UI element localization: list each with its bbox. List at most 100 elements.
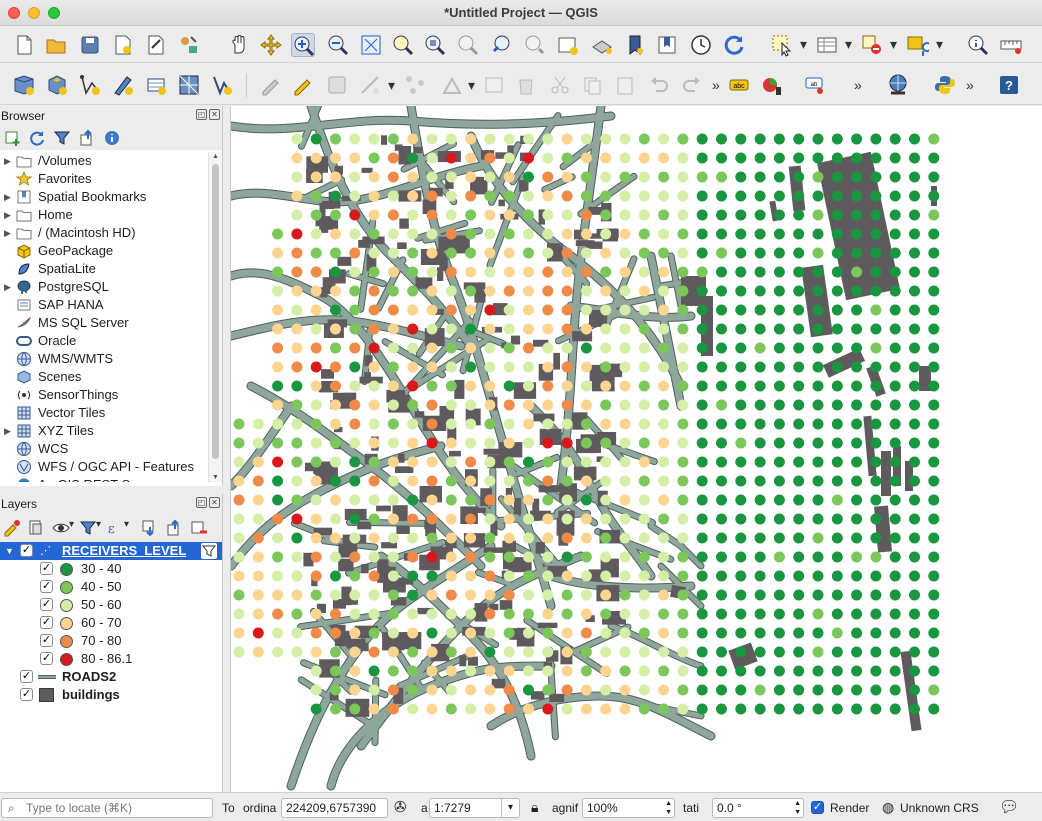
map-render[interactable] (231, 106, 1042, 792)
zoom-to-layer-icon[interactable] (423, 33, 447, 57)
browser-panel-close-button[interactable]: ✕ (209, 109, 220, 120)
add-feature-dropdown-arrow[interactable]: ▾ (388, 77, 395, 94)
browser-scrollbar[interactable]: ▲ ▼ (208, 152, 222, 482)
manage-map-themes-icon[interactable] (52, 519, 70, 537)
select-features-icon[interactable] (770, 33, 794, 57)
layer-visibility-checkbox[interactable]: ✓ (20, 544, 33, 557)
new-3d-view-icon[interactable] (590, 33, 614, 57)
filter-browser-icon[interactable] (53, 129, 71, 147)
layer-row-receivers-level[interactable]: ▼ ✓ ⋰ RECEIVERS_LEVEL (0, 542, 222, 560)
class-visibility-checkbox[interactable]: ✓ (40, 616, 53, 629)
browser-item[interactable]: ▶ PostgreSQL (0, 278, 208, 296)
map-tips-dropdown-arrow[interactable]: ▾ (936, 36, 943, 53)
layer-row-roads2[interactable]: ✓ ROADS2 (0, 668, 222, 686)
open-project-icon[interactable] (44, 33, 68, 57)
redo-icon[interactable] (680, 73, 704, 97)
expand-arrow-icon[interactable]: ▶ (4, 278, 11, 296)
new-shapefile-layer-icon[interactable] (78, 73, 102, 97)
new-map-view-icon[interactable] (556, 33, 580, 57)
rotation-spinbox[interactable]: 0.0 ° ▲ ▼ (712, 798, 804, 818)
legend-class-row[interactable]: ✓ 30 - 40 (0, 560, 222, 578)
browser-item[interactable]: ▶ /Volumes (0, 152, 208, 170)
pan-to-selection-icon[interactable] (259, 33, 283, 57)
new-virtual-layer-icon[interactable] (144, 73, 168, 97)
label-toolbar-icon[interactable]: abc (727, 73, 751, 97)
browser-item[interactable]: MS SQL Server (0, 314, 208, 332)
browser-item[interactable]: Favorites (0, 170, 208, 188)
layer-name[interactable]: ROADS2 (62, 668, 116, 686)
label-pin-icon[interactable]: ab (803, 73, 827, 97)
browser-item[interactable]: Oracle (0, 332, 208, 350)
browser-item[interactable]: ArcGIS REST Servers (0, 476, 208, 482)
layers-panel-close-button[interactable]: ✕ (209, 497, 220, 508)
digitize-shape-icon[interactable] (440, 73, 464, 97)
browser-item[interactable]: WCS (0, 440, 208, 458)
expand-arrow-icon[interactable]: ▶ (4, 206, 11, 224)
legend-class-row[interactable]: ✓ 60 - 70 (0, 614, 222, 632)
expand-arrow-icon[interactable]: ▶ (4, 188, 11, 206)
legend-class-row[interactable]: ✓ 70 - 80 (0, 632, 222, 650)
measure-icon[interactable] (999, 33, 1023, 57)
layers-panel-float-button[interactable]: ◰ (196, 497, 207, 508)
class-visibility-checkbox[interactable]: ✓ (40, 562, 53, 575)
browser-panel-float-button[interactable]: ◰ (196, 109, 207, 120)
layer-filter-icon[interactable] (201, 543, 217, 559)
new-geopackage-layer-icon[interactable] (45, 73, 69, 97)
toggle-editing-icon[interactable] (290, 73, 314, 97)
filter-by-expression-icon[interactable]: ε (105, 519, 123, 537)
new-mesh-layer-icon[interactable] (177, 73, 201, 97)
show-bookmarks-icon[interactable] (655, 33, 679, 57)
add-group-icon[interactable] (27, 519, 45, 537)
deselect-dropdown-arrow[interactable]: ▾ (890, 36, 897, 53)
layer-row-buildings[interactable]: ✓ buildings (0, 686, 222, 704)
scroll-up-arrow[interactable]: ▲ (212, 153, 219, 160)
browser-item[interactable]: WFS / OGC API - Features (0, 458, 208, 476)
properties-info-icon[interactable] (103, 129, 121, 147)
scroll-down-arrow[interactable]: ▼ (212, 474, 219, 481)
toolbar-overflow-3[interactable]: » (966, 77, 974, 93)
data-source-manager-icon[interactable] (12, 73, 36, 97)
browser-item[interactable]: ▶ Home (0, 206, 208, 224)
scale-combobox[interactable]: 1:7279 ▾ (429, 798, 520, 818)
toggle-extents-label[interactable]: To (222, 801, 235, 815)
new-bookmark-icon[interactable] (623, 33, 647, 57)
collapse-all-icon[interactable] (78, 129, 96, 147)
legend-class-row[interactable]: ✓ 50 - 60 (0, 596, 222, 614)
temporal-controller-icon[interactable] (689, 33, 713, 57)
legend-class-row[interactable]: ✓ 40 - 50 (0, 578, 222, 596)
layout-manager-icon[interactable] (144, 33, 168, 57)
layer-name[interactable]: RECEIVERS_LEVEL (62, 542, 186, 560)
scale-dropdown-arrow[interactable]: ▾ (501, 799, 519, 817)
new-temporary-layer-icon[interactable] (111, 73, 135, 97)
zoom-last-icon[interactable] (490, 33, 514, 57)
coordinate-toggle-icon[interactable]: ✇ (394, 798, 407, 816)
deselect-features-icon[interactable] (860, 33, 884, 57)
legend-class-row[interactable]: ✓ 80 - 86.1 (0, 650, 222, 668)
zoom-native-icon[interactable] (456, 33, 480, 57)
browser-item[interactable]: WMS/WMTS (0, 350, 208, 368)
refresh-icon[interactable] (722, 33, 746, 57)
zoom-full-icon[interactable] (359, 33, 383, 57)
new-print-layout-icon[interactable] (111, 33, 135, 57)
crs-label[interactable]: Unknown CRS (900, 801, 979, 815)
browser-item[interactable]: ▶ Spatial Bookmarks (0, 188, 208, 206)
browser-item[interactable]: ▶ XYZ Tiles (0, 422, 208, 440)
browser-item[interactable]: Vector Tiles (0, 404, 208, 422)
layer-visibility-checkbox[interactable]: ✓ (20, 688, 33, 701)
rotation-stepper[interactable]: ▲ ▼ (794, 799, 801, 817)
zoom-to-selection-icon[interactable] (391, 33, 415, 57)
render-checkbox[interactable]: ✓ (811, 801, 824, 814)
zoom-next-icon[interactable] (523, 33, 547, 57)
layer-name[interactable]: buildings (62, 686, 120, 704)
browser-item[interactable]: SpatiaLite (0, 260, 208, 278)
current-edits-icon[interactable] (258, 73, 282, 97)
save-project-icon[interactable] (78, 33, 102, 57)
browser-item[interactable]: GeoPackage (0, 242, 208, 260)
browser-item[interactable]: SensorThings (0, 386, 208, 404)
help-icon[interactable]: ? (997, 73, 1021, 97)
vertex-tool-icon[interactable] (403, 73, 427, 97)
browser-item[interactable]: Scenes (0, 368, 208, 386)
browser-item[interactable]: ▶ / (Macintosh HD) (0, 224, 208, 242)
zoom-out-icon[interactable] (326, 33, 350, 57)
expand-arrow-icon[interactable]: ▶ (4, 422, 11, 440)
